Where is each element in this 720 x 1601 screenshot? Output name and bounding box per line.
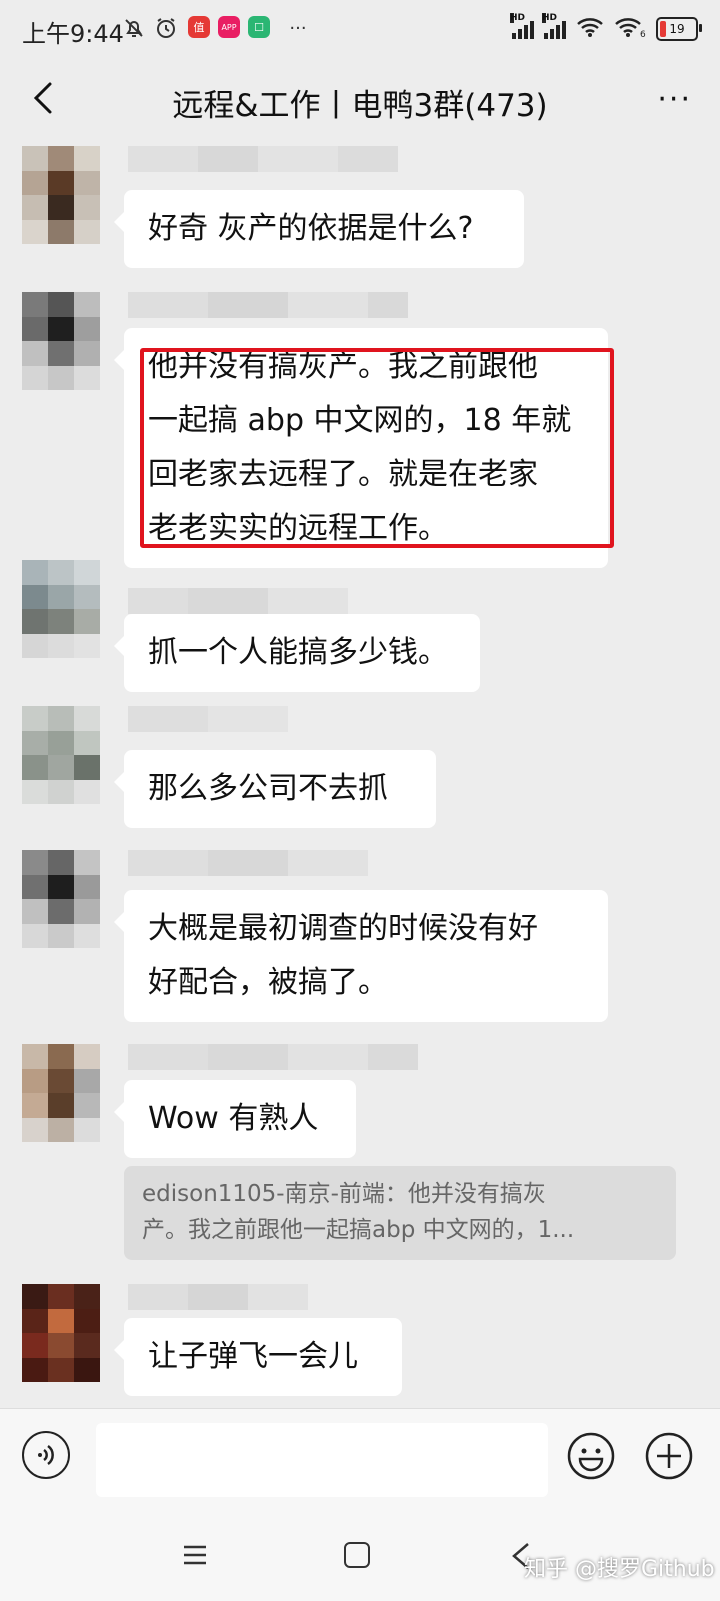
status-bar: 上午9:44 值 APP ☐ ··· HD HD 6 19 [0, 0, 720, 64]
message-text: 好配合，被搞了。 [148, 965, 388, 1000]
wifi-6-icon: 6 [614, 16, 646, 42]
avatar[interactable] [22, 146, 100, 244]
menu-icon[interactable] [182, 1544, 208, 1566]
chat-header: 远程&工作丨电鸭3群(473) ··· [0, 64, 720, 136]
status-time: 上午9:44 [22, 20, 124, 48]
message-text: 让子弹飞一会儿 [148, 1339, 358, 1374]
message-input[interactable] [96, 1423, 548, 1497]
hd-label: HD [510, 13, 526, 23]
home-icon[interactable] [344, 1542, 370, 1568]
hd-label: HD [542, 13, 558, 23]
avatar[interactable] [22, 560, 100, 658]
message-bubble[interactable]: 好奇 灰产的依据是什么? [114, 190, 524, 268]
message-text: 好奇 灰产的依据是什么? [148, 211, 474, 246]
sender-name-blurred [128, 1284, 308, 1310]
message-bubble[interactable]: Wow 有熟人 [114, 1080, 356, 1158]
sender-name-blurred [128, 146, 398, 172]
status-right-group: HD HD 6 19 [510, 13, 702, 42]
app-badge-green-icon: ☐ [248, 16, 270, 38]
message-bubble[interactable]: 那么多公司不去抓 [114, 750, 436, 828]
more-options-button[interactable]: ··· [657, 82, 692, 117]
message-text: Wow 有熟人 [148, 1101, 319, 1136]
status-more-icon: ··· [289, 17, 307, 39]
mute-bell-icon [120, 14, 148, 42]
avatar[interactable] [22, 850, 100, 948]
message-list[interactable]: 好奇 灰产的依据是什么? 他并没有搞灰产。我之前跟他 一起搞 abp 中文网的，… [0, 136, 720, 1408]
quote-text: 产。我之前跟他一起搞abp 中文网的，1... [142, 1217, 575, 1243]
sender-name-blurred [128, 706, 288, 732]
signal-1-icon: HD [510, 13, 534, 39]
avatar[interactable] [22, 1044, 100, 1142]
chat-title: 远程&工作丨电鸭3群(473) [172, 88, 548, 124]
app-badge-red-icon: APP [218, 16, 240, 38]
sender-name-blurred [128, 292, 408, 318]
avatar[interactable] [22, 1284, 100, 1382]
highlight-box [140, 348, 614, 548]
voice-icon[interactable] [22, 1431, 70, 1479]
input-bar [0, 1408, 720, 1507]
alarm-clock-icon [152, 14, 180, 42]
battery-level: 19 [669, 22, 685, 36]
avatar[interactable] [22, 292, 100, 390]
message-bubble[interactable]: 抓一个人能搞多少钱。 [114, 614, 480, 692]
plus-icon[interactable] [644, 1431, 694, 1481]
svg-text:6: 6 [640, 30, 646, 38]
message-text: 大概是最初调查的时候没有好 [148, 911, 538, 946]
message-bubble[interactable]: 大概是最初调查的时候没有好 好配合，被搞了。 [114, 890, 608, 1022]
quoted-message[interactable]: edison1105-南京-前端：他并没有搞灰 产。我之前跟他一起搞abp 中文… [124, 1166, 676, 1260]
avatar[interactable] [22, 706, 100, 804]
sender-name-blurred [128, 588, 348, 614]
wifi-icon [576, 16, 604, 42]
battery-icon: 19 [656, 17, 702, 41]
message-text: 那么多公司不去抓 [148, 771, 388, 806]
app-badge-zhi-icon: 值 [188, 16, 210, 38]
quote-text: edison1105-南京-前端：他并没有搞灰 [142, 1181, 546, 1207]
sender-name-blurred [128, 1044, 418, 1070]
signal-2-icon: HD [542, 13, 566, 39]
message-text: 抓一个人能搞多少钱。 [148, 635, 448, 670]
sender-name-blurred [128, 850, 368, 876]
emoji-icon[interactable] [566, 1431, 616, 1481]
watermark: 知乎 @搜罗Github [524, 1557, 715, 1582]
message-bubble[interactable]: 让子弹飞一会儿 [114, 1318, 402, 1396]
